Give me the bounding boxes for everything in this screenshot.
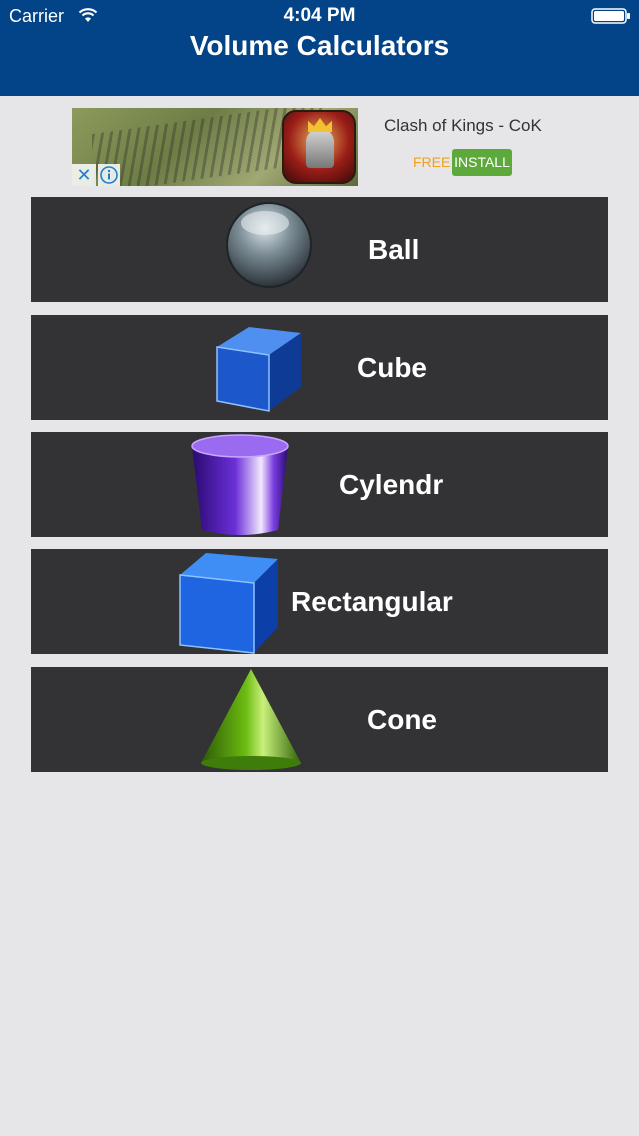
ad-close-icon[interactable]: ✕ [72,164,96,186]
sphere-icon [226,202,312,288]
calculator-row-cone[interactable]: Cone [31,667,608,772]
page-title: Volume Calculators [189,30,450,61]
ad-app-name[interactable]: Clash of Kings - CoK [384,116,542,136]
calculator-row-cylinder[interactable]: Cylendr [31,432,608,537]
ad-image[interactable]: ✕ [72,108,358,186]
ad-banner[interactable]: ✕ Clash of Kings - CoK FREE INSTALL [72,108,568,186]
calculator-row-rectangular[interactable]: Rectangular [31,549,608,654]
ad-app-icon[interactable] [282,110,356,184]
install-button[interactable]: INSTALL [452,149,512,176]
crown-icon [308,118,332,132]
cylinder-icon [191,434,289,535]
calculator-label: Cube [357,352,427,383]
ad-info-icon[interactable] [98,164,120,186]
calculator-label: Cylendr [339,469,444,500]
calculator-row-cube[interactable]: Cube [31,315,608,420]
calculator-row-ball[interactable]: Ball [31,197,608,302]
battery-icon [591,8,630,24]
cone-icon [201,669,301,770]
calculator-label: Rectangular [291,586,453,617]
calculator-label: Ball [368,234,420,265]
cube-icon [216,327,301,412]
calculator-label: Cone [367,704,437,735]
knight-helmet-icon [306,128,334,168]
rectangular-prism-icon [179,553,278,654]
clock: 4:04 PM [283,5,356,26]
ad-price: FREE [413,154,451,170]
nav-bar: Carrier 4:04 PM Volume Calculators [0,0,639,96]
status-bar: Carrier 4:04 PM [0,0,639,32]
